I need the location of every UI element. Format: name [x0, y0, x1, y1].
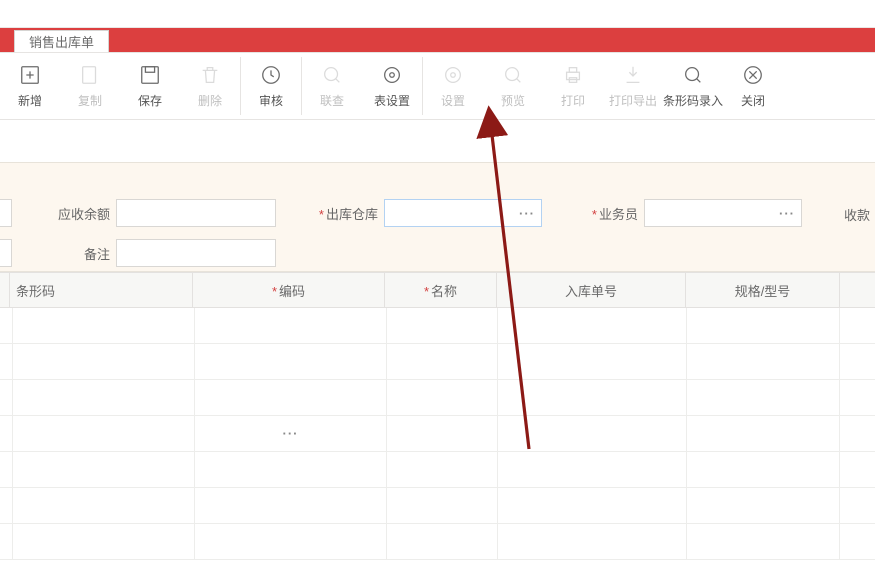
- header-bar: 销售出库单: [0, 28, 875, 52]
- table-row[interactable]: [0, 488, 875, 524]
- remark-label: 备注: [52, 244, 110, 263]
- print-export-button[interactable]: 打印导出: [603, 53, 663, 119]
- col-stub-r: [840, 273, 875, 307]
- printer-icon: [562, 64, 584, 86]
- save-icon: [139, 64, 161, 86]
- delete-button[interactable]: 删除: [180, 53, 240, 119]
- table-row[interactable]: [0, 524, 875, 560]
- save-button[interactable]: 保存: [120, 53, 180, 119]
- receivable-label: 应收余额: [52, 204, 110, 223]
- table-row[interactable]: [0, 308, 875, 344]
- preview-button[interactable]: 预览: [483, 53, 543, 119]
- search-icon: [682, 64, 704, 86]
- warehouse-input[interactable]: ···: [384, 199, 542, 227]
- ellipsis-icon: ···: [779, 206, 795, 221]
- clock-icon: [260, 64, 282, 86]
- remark-input[interactable]: [116, 239, 276, 267]
- barcode-button[interactable]: 条形码录入: [663, 53, 723, 119]
- ellipsis-icon: ···: [519, 206, 535, 221]
- sales-label: 业务员: [584, 204, 638, 223]
- collect-label: 收款: [844, 205, 870, 224]
- col-name-a[interactable]: 名称: [385, 273, 497, 307]
- stub-input[interactable]: [0, 199, 12, 227]
- new-button[interactable]: 新增: [0, 53, 60, 119]
- receivable-input[interactable]: [116, 199, 276, 227]
- copy-icon: [79, 64, 101, 86]
- warehouse-label: 出库仓库: [318, 204, 378, 223]
- sales-input[interactable]: ···: [644, 199, 802, 227]
- trash-icon: [199, 64, 221, 86]
- table-row[interactable]: ···: [0, 416, 875, 452]
- col-code[interactable]: 编码: [193, 273, 385, 307]
- audit-button[interactable]: 审核: [241, 53, 301, 119]
- stub-input-2[interactable]: [0, 239, 12, 267]
- window-chrome-gap: [0, 0, 875, 28]
- tab-label: 销售出库单: [29, 32, 94, 51]
- search-icon: [321, 64, 343, 86]
- table-body: ···: [0, 308, 875, 560]
- export-icon: [622, 64, 644, 86]
- close-circle-icon: [742, 64, 764, 86]
- table-settings-button[interactable]: 表设置: [362, 53, 422, 119]
- tab-sale-out[interactable]: 销售出库单: [14, 30, 109, 52]
- gear-icon: [442, 64, 464, 86]
- copy-button[interactable]: 复制: [60, 53, 120, 119]
- gear-icon: [381, 64, 403, 86]
- col-in-no[interactable]: 入库单号: [497, 273, 686, 307]
- linked-button[interactable]: 联查: [302, 53, 362, 119]
- col-spec[interactable]: 规格/型号: [686, 273, 840, 307]
- col-barcode[interactable]: 条形码: [10, 273, 193, 307]
- search-icon: [502, 64, 524, 86]
- close-button[interactable]: 关闭: [723, 53, 783, 119]
- plus-square-icon: [19, 64, 41, 86]
- toolbar: 新增 复制 保存 删除 审核: [0, 52, 875, 120]
- print-button[interactable]: 打印: [543, 53, 603, 119]
- table-row[interactable]: [0, 344, 875, 380]
- table-header: 条形码 编码 名称 入库单号 规格/型号: [0, 272, 875, 308]
- ellipsis-icon: ···: [283, 426, 299, 441]
- table-row[interactable]: [0, 380, 875, 416]
- table-row[interactable]: [0, 452, 875, 488]
- setting-button[interactable]: 设置: [423, 53, 483, 119]
- col-stub: [0, 273, 10, 307]
- form-area: 应收余额 出库仓库 ··· 业务员 ··· 收款 备注: [0, 162, 875, 272]
